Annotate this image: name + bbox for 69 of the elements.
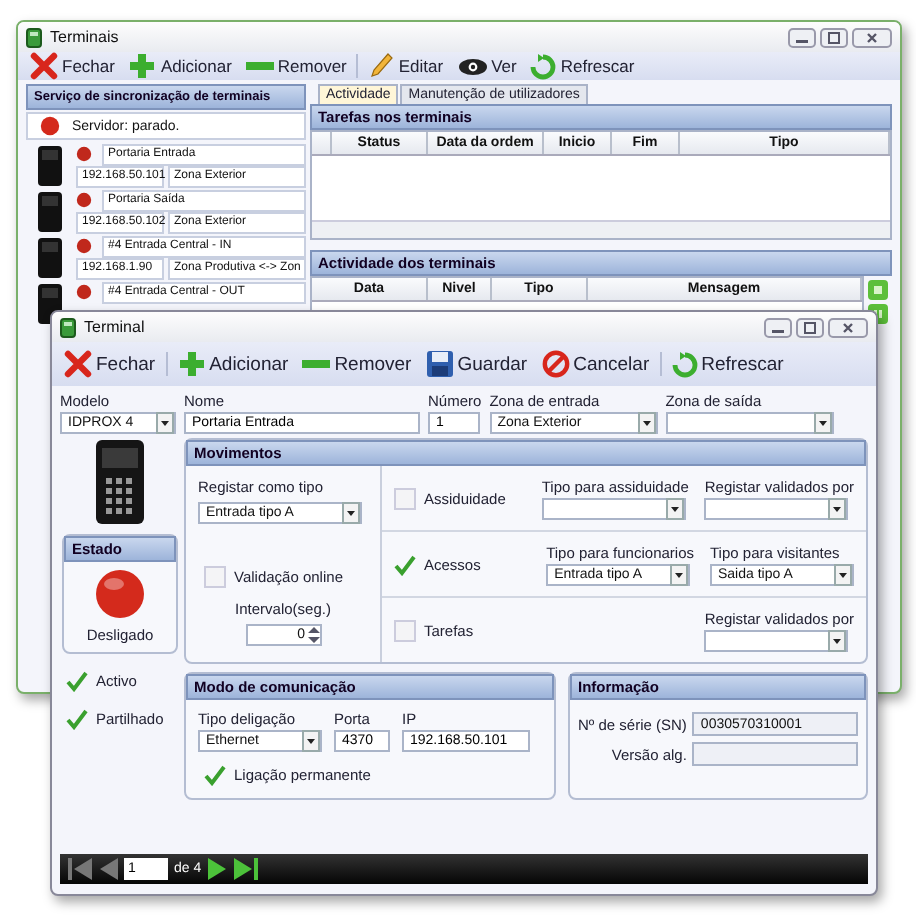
checkbox[interactable] [204,764,226,786]
pencil-icon [368,52,395,80]
toolbar-button[interactable]: Fechar [26,52,119,80]
previous-page-icon[interactable] [98,858,118,880]
terminal-device-icon [38,237,62,277]
caret-icon [665,498,684,520]
first-page-icon[interactable] [68,858,92,880]
stop-icon[interactable] [868,280,888,300]
close-icon [64,350,92,378]
caret-icon [302,730,320,752]
terminal-status-dot [76,192,92,208]
toolbar-button[interactable]: Refrescar [667,345,788,383]
caret-icon [637,412,656,434]
dropdown[interactable] [704,498,849,520]
terminal-icon [26,27,42,47]
minus-icon [302,358,331,370]
terminal-status-dot [76,238,92,254]
toolbar-button[interactable]: Fechar [60,344,160,384]
checkbox[interactable] [204,566,226,588]
dropdown[interactable] [541,498,686,520]
minimize-button[interactable] [764,317,792,337]
last-page-icon[interactable] [233,858,258,880]
card-reader-drawing [90,438,150,526]
toolbar-button[interactable]: Refrescar [526,53,639,79]
plus-icon [177,350,206,378]
maximize-button[interactable] [820,27,848,47]
toolbar-button[interactable]: Cancelar [537,344,654,384]
caret-icon [342,502,360,524]
toolbar-button[interactable]: Editar [364,52,448,80]
caret-icon [813,412,832,434]
terminal-status-dot [76,284,92,300]
toolbar-button[interactable]: Adicionar [124,52,236,80]
checkbox[interactable] [394,488,416,510]
terminal-device-icon [38,145,62,185]
refresh-icon [671,351,698,377]
checkbox[interactable] [66,670,88,692]
dropdown[interactable] [704,630,849,652]
plus-icon [128,52,157,80]
spinner-arrows-icon[interactable] [307,626,319,644]
cancel-icon [541,350,570,378]
terminal-device-icon [38,191,62,231]
terminal-status-dot [76,146,92,162]
caret-icon [828,630,847,652]
refresh-icon [530,53,557,79]
minimize-button[interactable] [788,27,816,47]
next-page-icon[interactable] [207,858,228,880]
caret-icon [670,564,689,586]
toolbar-button[interactable]: Ver [453,56,521,76]
toolbar-button[interactable]: Adicionar [173,344,293,384]
window-title: Terminal [84,318,145,336]
close-icon [30,52,58,80]
horizontal-scrollbar[interactable] [312,220,890,238]
toolbar-button[interactable]: Remover [241,56,351,76]
toolbar-button[interactable]: Guardar [421,344,532,384]
checkbox[interactable] [394,554,416,576]
window-title: Terminais [50,28,119,46]
minus-icon [245,60,274,72]
toolbar-button[interactable]: Remover [298,347,416,381]
close-button[interactable] [828,317,868,337]
caret-icon [156,412,174,434]
eye-icon [457,57,488,75]
caret-icon [828,498,847,520]
close-button[interactable] [852,27,892,47]
dropdown[interactable] [665,412,834,434]
terminal-icon [60,317,76,337]
checkbox[interactable] [66,708,88,730]
maximize-button[interactable] [796,317,824,337]
checkbox[interactable] [394,620,416,642]
caret-icon [834,564,852,586]
